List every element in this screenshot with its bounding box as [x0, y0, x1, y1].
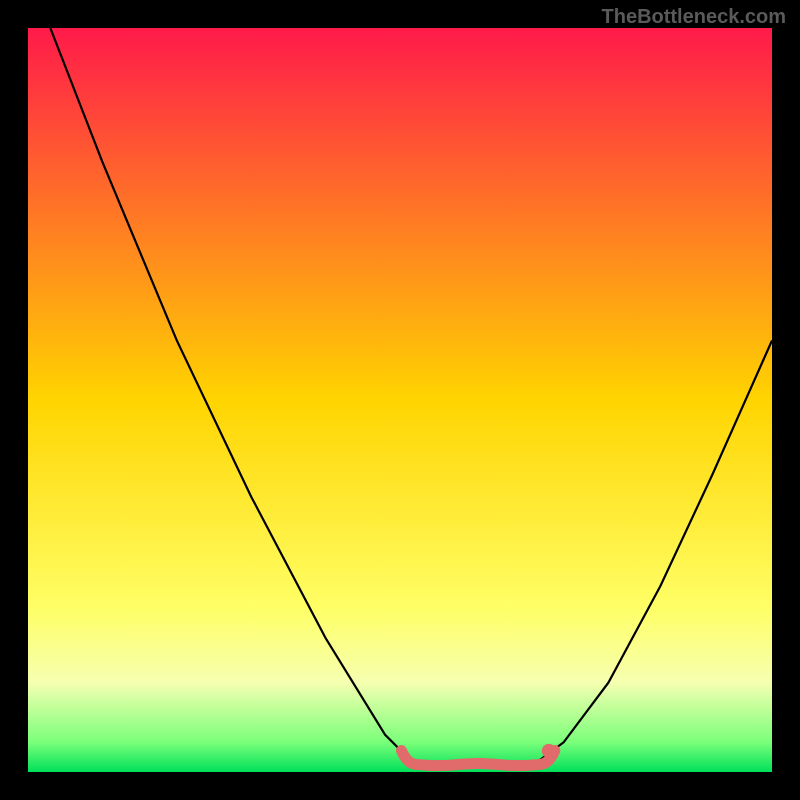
gradient-background: [28, 28, 772, 772]
chart-plot-area: [28, 28, 772, 772]
marker-dot: [542, 744, 556, 758]
watermark-text: TheBottleneck.com: [602, 6, 786, 29]
chart-svg: [28, 28, 772, 772]
